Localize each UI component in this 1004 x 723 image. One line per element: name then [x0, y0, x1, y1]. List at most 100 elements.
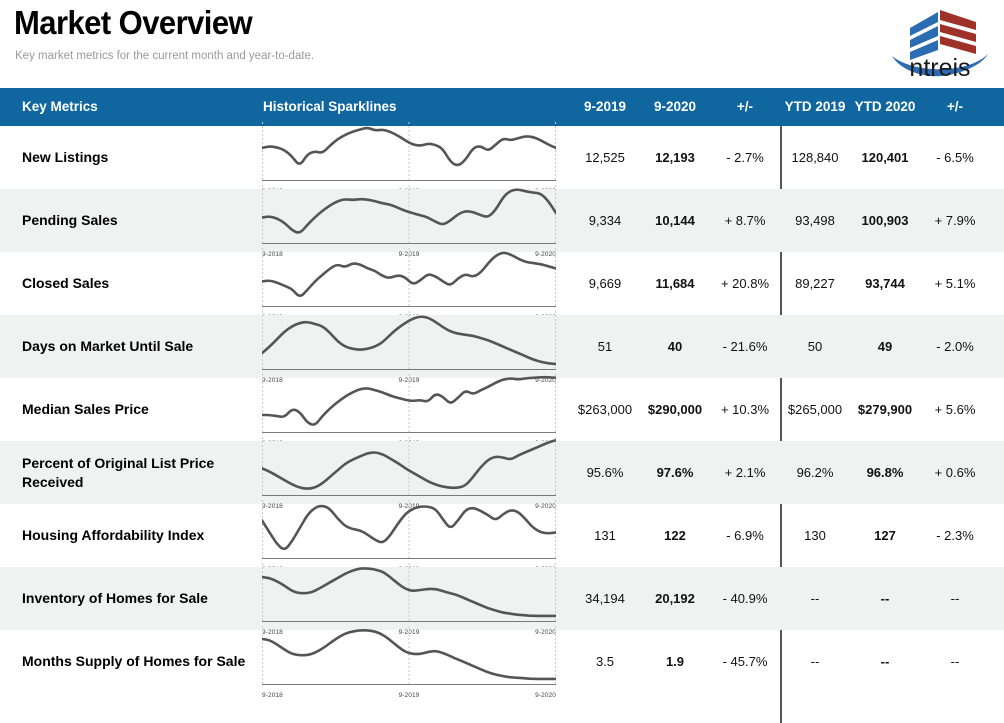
- cell-ytd-curr: 96.8%: [866, 465, 904, 480]
- cell-ytd-curr: --: [880, 591, 890, 606]
- cell-month-change: + 20.8%: [720, 276, 770, 291]
- sparkline-path: [262, 504, 556, 551]
- sparkline-chart: 9-20189-20199-2020: [262, 374, 556, 447]
- cell-month-curr: $290,000: [647, 402, 703, 417]
- logo-wordmark: ntreis: [909, 54, 970, 80]
- cell-ytd-prev: $265,000: [787, 402, 843, 417]
- cell-month-change: + 10.3%: [720, 402, 770, 417]
- ntreis-logo: ntreis: [884, 4, 996, 82]
- sparkline-chart: 9-20189-20199-2020: [262, 437, 556, 510]
- column-header-month-prev: 9-2019: [583, 99, 627, 114]
- cell-ytd-curr: 49: [877, 339, 893, 354]
- cell-ytd-prev: 89,227: [795, 276, 835, 291]
- table-row: Days on Market Until Sale 9-2018 9-2019 9-2…: [0, 311, 1004, 384]
- cell-month-change: - 21.6%: [722, 339, 768, 354]
- cell-month-change: - 40.9%: [722, 591, 768, 606]
- page-header: Market Overview Key market metrics for t…: [0, 0, 1004, 88]
- cell-month-change: - 2.7%: [726, 150, 764, 165]
- table-row: Months Supply of Homes for Sale 9-2018 9-2…: [0, 626, 1004, 699]
- column-header-month-curr: 9-2020: [653, 99, 697, 114]
- table-row: Inventory of Homes for Sale 9-2018 9-2019 9…: [0, 563, 1004, 636]
- page-title: Market Overview: [14, 4, 253, 41]
- sparkline-chart: 9-20189-20199-2020: [262, 500, 556, 573]
- table-row: Pending Sales 9-2018 9-2019 9-2020 9,334 10,1…: [0, 185, 1004, 258]
- cell-month-change: + 8.7%: [724, 213, 766, 228]
- cell-ytd-change: --: [950, 654, 960, 669]
- cell-ytd-prev: 93,498: [795, 213, 835, 228]
- column-header-ytd-prev: YTD 2019: [784, 99, 846, 114]
- metric-label: Median Sales Price: [22, 401, 149, 418]
- cell-ytd-prev: --: [810, 591, 820, 606]
- metric-label: Inventory of Homes for Sale: [22, 590, 208, 607]
- cell-month-prev: 34,194: [585, 591, 625, 606]
- cell-month-curr: 97.6%: [656, 465, 694, 480]
- metric-label: Pending Sales: [22, 212, 118, 229]
- cell-ytd-curr: 93,744: [865, 276, 905, 291]
- table-row: New Listings 9-20189-20199-2020 12,525 12,1…: [0, 122, 1004, 195]
- metric-label: New Listings: [22, 149, 109, 166]
- sparkline-path: [262, 375, 556, 426]
- cell-month-curr: 10,144: [655, 213, 695, 228]
- cell-month-prev: 12,525: [585, 150, 625, 165]
- cell-ytd-change: + 0.6%: [934, 465, 976, 480]
- table-row: Percent of Original List Price Received 9…: [0, 437, 1004, 510]
- sparkline-chart: 9-20189-20199-2020: [262, 122, 556, 195]
- cell-month-change: + 2.1%: [724, 465, 766, 480]
- cell-month-change: - 45.7%: [722, 654, 768, 669]
- sparkline-chart: 9-20189-20199-2020: [262, 311, 556, 384]
- column-header-ytd-curr: YTD 2020: [854, 99, 916, 114]
- cell-month-curr: 11,684: [655, 276, 695, 291]
- cell-ytd-prev: --: [810, 654, 820, 669]
- cell-ytd-prev: 128,840: [791, 150, 839, 165]
- cell-month-curr: 12,193: [655, 150, 695, 165]
- table-row: Housing Affordability Index 9-20189-20199…: [0, 500, 1004, 573]
- sparkline-axis-label-mid: 9-2019: [398, 692, 420, 699]
- cell-month-curr: 20,192: [655, 591, 695, 606]
- cell-month-prev: 9,669: [588, 276, 622, 291]
- cell-ytd-curr: 127: [874, 528, 896, 543]
- cell-month-curr: 1.9: [665, 654, 685, 669]
- cell-ytd-prev: 96.2%: [796, 465, 834, 480]
- column-header-ytd-change: +/-: [946, 99, 964, 114]
- cell-ytd-prev: 50: [807, 339, 823, 354]
- metric-label: Housing Affordability Index: [22, 527, 205, 544]
- cell-ytd-change: + 5.6%: [934, 402, 976, 417]
- column-header-sparklines: Historical Sparklines: [263, 99, 397, 114]
- page-subtitle: Key market metrics for the current month…: [15, 50, 315, 62]
- cell-ytd-change: + 5.1%: [934, 276, 976, 291]
- cell-ytd-change: - 2.0%: [936, 339, 974, 354]
- cell-ytd-change: --: [950, 591, 960, 606]
- cell-month-prev: 95.6%: [586, 465, 624, 480]
- cell-ytd-curr: $279,900: [857, 402, 913, 417]
- cell-month-prev: 131: [594, 528, 616, 543]
- cell-month-curr: 40: [667, 339, 683, 354]
- sparkline-chart: 9-20189-20199-2020: [262, 248, 556, 321]
- table-row: Median Sales Price 9-20189-20199-2020 $263…: [0, 374, 1004, 447]
- metric-label: Months Supply of Homes for Sale: [22, 653, 246, 670]
- cell-month-prev: $263,000: [577, 402, 633, 417]
- cell-month-prev: 3.5: [595, 654, 615, 669]
- cell-month-prev: 51: [597, 339, 613, 354]
- sparkline-axis-label-right: 9-2020: [535, 692, 556, 699]
- sparkline-axis-label-left: 9-2018: [262, 692, 283, 699]
- column-header-key-metrics: Key Metrics: [22, 99, 98, 114]
- cell-ytd-curr: --: [880, 654, 890, 669]
- sparkline-chart: 9-20189-20199-2020: [262, 185, 556, 258]
- cell-month-curr: 122: [664, 528, 686, 543]
- cell-ytd-curr: 100,903: [861, 213, 909, 228]
- column-header-month-change: +/-: [736, 99, 754, 114]
- metric-label: Days on Market Until Sale: [22, 338, 194, 355]
- table-row: Closed Sales 9-20189-20199-2020 9,669 11,68…: [0, 248, 1004, 321]
- cell-ytd-prev: 130: [804, 528, 826, 543]
- table-body: New Listings 9-2018 9-2019 9-2020 12,525 12,1…: [0, 122, 1004, 723]
- cell-ytd-curr: 120,401: [861, 150, 909, 165]
- cell-month-change: - 6.9%: [726, 528, 764, 543]
- cell-ytd-change: + 7.9%: [934, 213, 976, 228]
- metric-label: Percent of Original List Price Received: [22, 454, 215, 490]
- table-header-row: Key Metrics Historical Sparklines 9-2019…: [0, 88, 1004, 126]
- sparkline-chart: 9-20189-20199-2020: [262, 563, 556, 636]
- cell-month-prev: 9,334: [588, 213, 622, 228]
- cell-ytd-change: - 6.5%: [936, 150, 974, 165]
- metric-label: Closed Sales: [22, 275, 110, 292]
- cell-ytd-change: - 2.3%: [936, 528, 974, 543]
